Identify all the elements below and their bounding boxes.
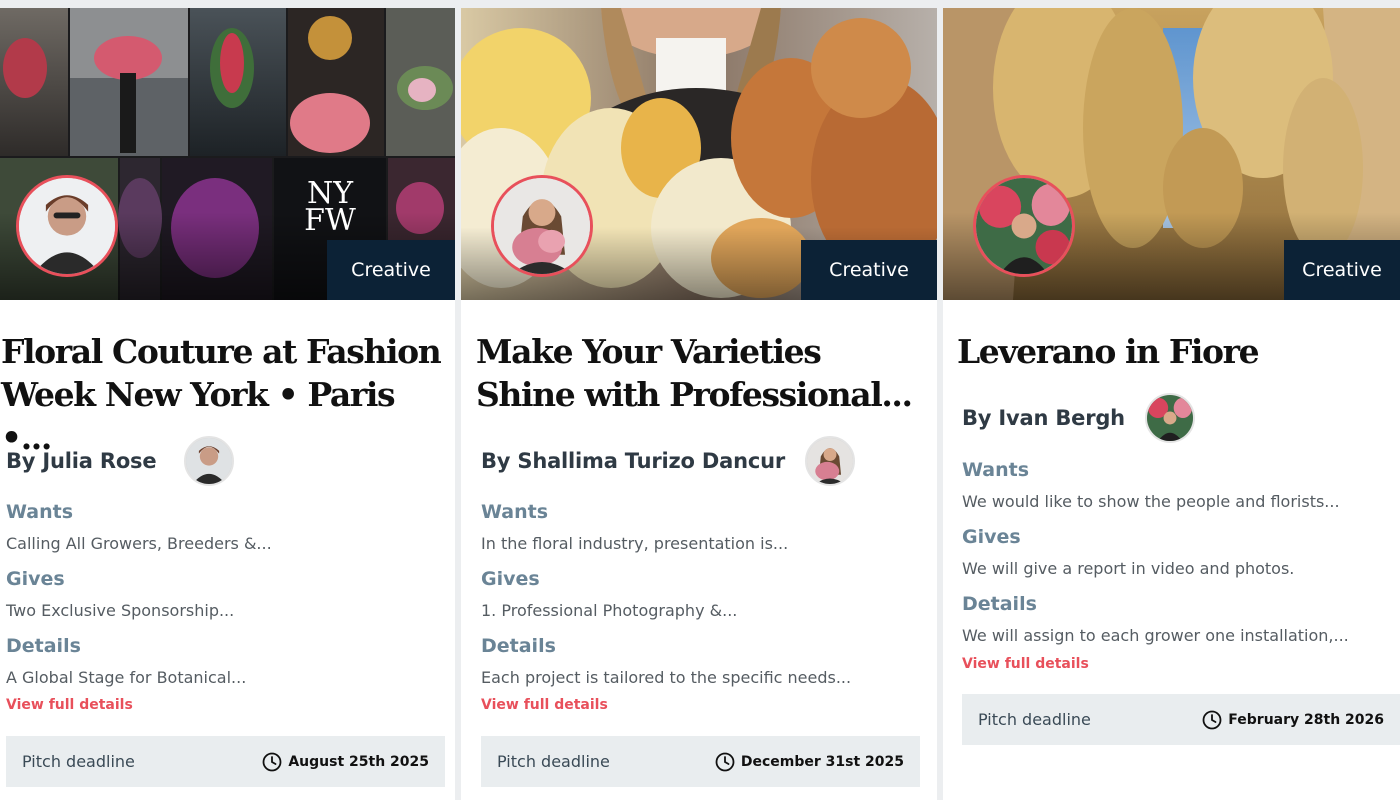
pitch-deadline-bar: Pitch deadline February 28th 2026 — [962, 694, 1400, 745]
gives-value: Two Exclusive Sponsorship... — [6, 601, 235, 620]
project-card-floral-couture[interactable]: NY FW Creative Floral Couture at Fashion… — [0, 8, 455, 800]
gives-label: Gives — [6, 568, 65, 590]
author-avatar-large[interactable] — [973, 175, 1075, 277]
wants-value: In the floral industry, presentation is.… — [481, 534, 789, 553]
card-fields: Wants Calling All Growers, Breeders &...… — [6, 500, 446, 701]
pitch-deadline-bar: Pitch deadline August 25th 2025 — [6, 736, 445, 787]
pitch-deadline-label: Pitch deadline — [978, 710, 1091, 729]
pitch-deadline-date: August 25th 2025 — [262, 752, 429, 772]
details-label: Details — [962, 593, 1037, 615]
pitch-deadline-label: Pitch deadline — [22, 752, 135, 771]
pitch-deadline-bar: Pitch deadline December 31st 2025 — [481, 736, 920, 787]
wants-label: Wants — [6, 501, 74, 523]
author-name[interactable]: By Ivan Bergh — [962, 406, 1125, 430]
details-value: We will assign to each grower one instal… — [962, 626, 1349, 645]
details-label: Details — [6, 635, 81, 657]
view-full-details-link[interactable]: View full details — [962, 655, 1089, 673]
category-tag: Creative — [801, 240, 937, 300]
avatar[interactable] — [1144, 393, 1195, 443]
author-byline[interactable]: By Julia Rose — [6, 436, 235, 486]
gives-label: Gives — [962, 526, 1021, 548]
category-tag: Creative — [1284, 240, 1400, 300]
author-name[interactable]: By Julia Rose — [6, 449, 157, 473]
gives-label: Gives — [481, 568, 540, 590]
author-avatar-large[interactable] — [16, 175, 118, 277]
pitch-deadline-date: February 28th 2026 — [1202, 710, 1384, 730]
author-byline[interactable]: By Ivan Bergh — [962, 393, 1195, 443]
gives-value: 1. Professional Photography &... — [481, 601, 738, 620]
author-name[interactable]: By Shallima Turizo Dancur — [481, 449, 785, 473]
card-title[interactable]: Leverano in Fiore — [957, 330, 1397, 373]
clock-icon — [715, 752, 735, 771]
card-title[interactable]: Make Your Varieties Shine with Professio… — [476, 330, 936, 416]
gives-value: We will give a report in video and photo… — [962, 559, 1295, 578]
author-avatar-large[interactable] — [491, 175, 593, 277]
pitch-deadline-date: December 31st 2025 — [715, 752, 904, 772]
wants-label: Wants — [481, 501, 549, 523]
wants-label: Wants — [962, 459, 1030, 481]
pitch-deadline-label: Pitch deadline — [497, 752, 610, 771]
project-card-leverano[interactable]: Creative Leverano in Fiore By Ivan Bergh… — [943, 8, 1400, 800]
avatar[interactable] — [184, 436, 235, 486]
svg-text:FW: FW — [304, 203, 356, 238]
details-value: Each project is tailored to the specific… — [481, 668, 852, 687]
clock-icon — [1202, 710, 1222, 729]
wants-value: Calling All Growers, Breeders &... — [6, 534, 272, 553]
avatar[interactable] — [805, 436, 856, 486]
card-fields: Wants We would like to show the people a… — [962, 458, 1400, 659]
project-card-varieties[interactable]: Creative Make Your Varieties Shine with … — [461, 8, 937, 800]
details-label: Details — [481, 635, 556, 657]
category-tag: Creative — [327, 240, 455, 300]
clock-icon — [262, 752, 282, 771]
author-byline[interactable]: By Shallima Turizo Dancur — [481, 436, 856, 486]
details-value: A Global Stage for Botanical... — [6, 668, 247, 687]
view-full-details-link[interactable]: View full details — [6, 696, 133, 714]
wants-value: We would like to show the people and flo… — [962, 492, 1340, 511]
view-full-details-link[interactable]: View full details — [481, 696, 608, 714]
card-fields: Wants In the floral industry, presentati… — [481, 500, 931, 701]
